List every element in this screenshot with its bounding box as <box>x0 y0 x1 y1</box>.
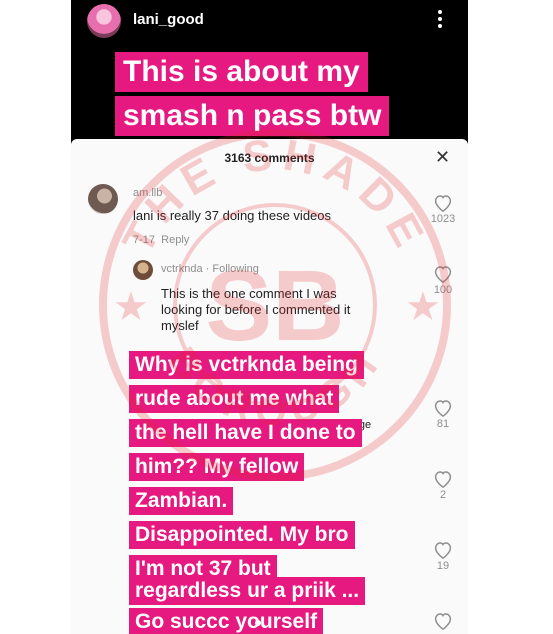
overlay-text-line: the hell have I done to <box>129 419 362 447</box>
like-button[interactable]: 2 <box>430 470 456 501</box>
heart-icon <box>434 195 452 212</box>
comments-count-title: 3163 comments <box>224 151 315 165</box>
reply-text-line: myslef <box>161 318 199 333</box>
overlay-text-line: Zambian. <box>129 487 234 515</box>
text-cursor-dot <box>255 620 261 626</box>
reply-username-line: vctrknda · Following <box>161 263 259 275</box>
like-button[interactable]: 19 <box>430 541 456 572</box>
overlay-text-line: regardless ur a priik ... <box>129 577 366 605</box>
like-button[interactable]: 100 <box>430 265 456 296</box>
comment-username[interactable]: am.llb <box>133 187 162 199</box>
caption-line-1: This is about my <box>115 52 368 92</box>
like-count: 2 <box>439 489 447 501</box>
like-count: 81 <box>436 418 450 430</box>
profile-username[interactable]: lani_good <box>133 11 204 28</box>
heart-icon <box>434 400 452 417</box>
commenter-avatar[interactable] <box>88 184 118 214</box>
like-button[interactable] <box>430 612 456 630</box>
heart-icon <box>434 471 452 488</box>
close-icon[interactable]: ✕ <box>435 148 450 166</box>
following-label: · Following <box>205 263 259 275</box>
like-button[interactable]: 81 <box>430 399 456 430</box>
reply-avatar[interactable] <box>133 260 153 280</box>
like-count: 19 <box>436 560 450 572</box>
like-count: 100 <box>433 284 453 296</box>
reply-text-line: looking for before I commented it <box>161 302 351 317</box>
reply-text-line: This is the one comment I was <box>161 286 337 301</box>
overlay-text-line: him?? My fellow <box>129 453 305 481</box>
caption-line-2: smash n pass btw <box>115 96 390 136</box>
heart-icon <box>434 542 452 559</box>
comment-date: 7-17 <box>133 234 156 246</box>
heart-icon <box>434 266 452 283</box>
reply-button[interactable]: Reply <box>161 234 189 246</box>
like-button[interactable]: 1023 <box>430 194 456 225</box>
overlay-text-line: Go succc yourself <box>129 608 324 634</box>
overlay-text-line: Why is vctrknda being <box>129 351 364 379</box>
like-count: 1023 <box>430 213 456 225</box>
overlay-text-line: rude about me what <box>129 385 340 413</box>
story-frame: lani_good This is about my smash n pass … <box>71 0 468 634</box>
heart-icon <box>434 613 452 630</box>
comment-text: lani is really 37 doing these videos <box>133 208 332 223</box>
reply-text: This is the one comment I was looking fo… <box>161 286 350 334</box>
reply-username[interactable]: vctrknda <box>161 263 203 275</box>
more-options-icon[interactable] <box>433 8 447 30</box>
overlay-text-line: Disappointed. My bro <box>129 521 355 549</box>
profile-avatar[interactable] <box>87 4 121 38</box>
comment-meta: 7-17 Reply <box>133 234 189 246</box>
